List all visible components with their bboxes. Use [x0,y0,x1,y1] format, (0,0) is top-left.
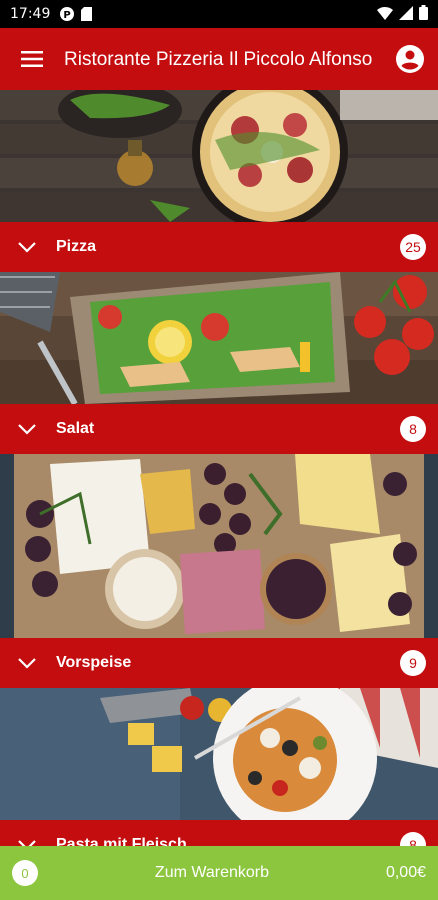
category-bar-pizza[interactable]: Pizza 25 [0,222,438,272]
vorspeise-image [0,454,438,638]
cart-bar[interactable]: 0 Zum Warenkorb 0,00€ [0,846,438,900]
cart-label: Zum Warenkorb [154,864,270,881]
cart-total: 0,00€ [385,864,426,881]
category-label: Pizza [56,238,97,255]
chevron-down-icon [14,234,40,260]
app-title: Ristorante Pizzeria Il Piccolo Alfonso [64,48,373,70]
account-circle-icon[interactable] [382,28,438,90]
status-bar: 17:49 P [0,0,438,28]
chevron-down-icon [14,650,40,676]
signal-icon [399,5,413,23]
category-count-badge: 9 [400,650,426,676]
hamburger-menu-icon[interactable] [0,28,64,90]
category-pizza[interactable]: Pizza 25 [0,90,438,272]
battery-icon [419,5,428,23]
svg-text:P: P [64,10,71,21]
category-count-badge: 8 [400,416,426,442]
category-bar-salat[interactable]: Salat 8 [0,404,438,454]
category-count-badge: 25 [400,234,426,260]
category-salat[interactable]: Salat 8 [0,272,438,454]
category-label: Salat [56,420,95,437]
pizza-image [0,90,438,222]
cart-count-badge: 0 [12,860,38,886]
wifi-icon [377,6,393,23]
category-bar-vorspeise[interactable]: Vorspeise 9 [0,638,438,688]
pasta-image [0,688,438,820]
app-bar: Ristorante Pizzeria Il Piccolo Alfonso [0,28,438,90]
category-vorspeise[interactable]: Vorspeise 9 [0,454,438,688]
category-label: Vorspeise [56,654,132,671]
notification-p-icon: P [60,7,75,21]
salat-image [0,272,438,404]
sim-card-icon [81,7,93,21]
chevron-down-icon [14,416,40,442]
status-time: 17:49 [10,6,51,22]
category-pasta-mit-fleisch[interactable]: Pasta mit Fleisch 8 [0,688,438,870]
